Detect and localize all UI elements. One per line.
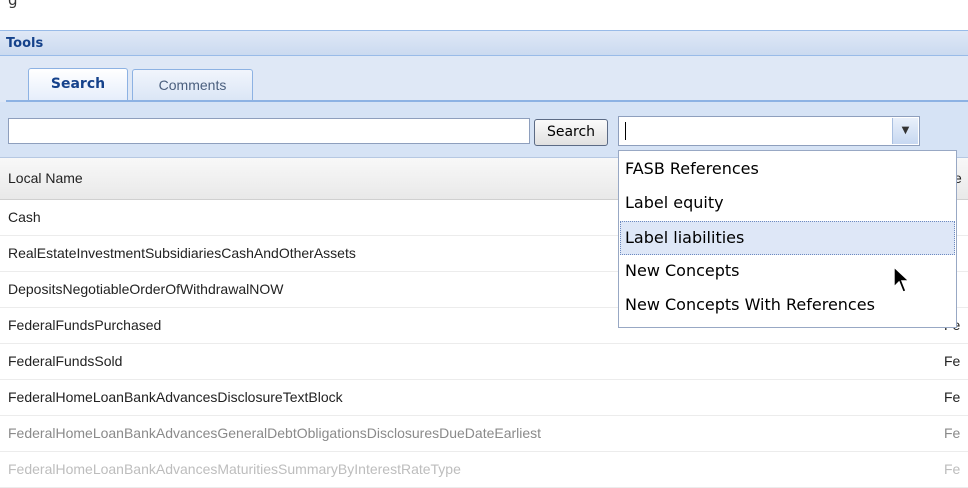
- chevron-down-icon: ▼: [901, 125, 910, 136]
- combo-trigger-button[interactable]: ▼: [892, 118, 918, 144]
- cell-local-name: FederalHomeLoanBankAdvancesDisclosureTex…: [8, 389, 343, 405]
- cell-second: Fe: [944, 389, 961, 405]
- dropdown-option-hovered[interactable]: Label liabilities: [620, 221, 955, 255]
- cell-local-name: DepositsNegotiableOrderOfWithdrawalNOW: [8, 281, 284, 297]
- search-button[interactable]: Search: [534, 119, 608, 146]
- dropdown-option[interactable]: Label equity: [620, 187, 955, 221]
- cell-local-name: FederalHomeLoanBankAdvancesGeneralDebtOb…: [8, 425, 542, 441]
- cell-local-name: RealEstateInvestmentSubsidiariesCashAndO…: [8, 245, 356, 261]
- cell-second: Fe: [944, 461, 961, 477]
- text-caret: [625, 122, 626, 140]
- cell-local-name: Cash: [8, 209, 41, 225]
- tab-search[interactable]: Search: [28, 68, 128, 100]
- panel-title: Tools: [6, 36, 44, 51]
- mouse-pointer-icon: [893, 266, 911, 293]
- filter-combo[interactable]: ▼: [618, 116, 920, 146]
- tools-panel-header: Tools: [0, 30, 968, 56]
- tab-comments[interactable]: Comments: [132, 69, 253, 100]
- top-clipped-text: g: [0, 0, 968, 24]
- column-header-local-name[interactable]: Local Name: [8, 170, 83, 186]
- cell-local-name: FederalFundsSold: [8, 353, 123, 369]
- table-row[interactable]: FederalHomeLoanBankAdvancesGeneralDebtOb…: [0, 416, 968, 452]
- table-row[interactable]: FederalFundsSold Fe: [0, 344, 968, 380]
- cell-local-name: FederalHomeLoanBankAdvancesMaturitiesSum…: [8, 461, 461, 477]
- cell-second: Fe: [944, 425, 961, 441]
- table-row[interactable]: FederalHomeLoanBankAdvancesMaturitiesSum…: [0, 452, 968, 488]
- combo-dropdown-list: FASB References Label equity Label liabi…: [618, 150, 957, 328]
- dropdown-option[interactable]: FASB References: [620, 153, 955, 187]
- search-input[interactable]: [8, 118, 530, 144]
- cell-local-name: FederalFundsPurchased: [8, 317, 162, 333]
- tab-strip: Search Comments: [0, 56, 968, 102]
- table-row[interactable]: FederalHomeLoanBankAdvancesDisclosureTex…: [0, 380, 968, 416]
- cell-second: Fe: [944, 353, 961, 369]
